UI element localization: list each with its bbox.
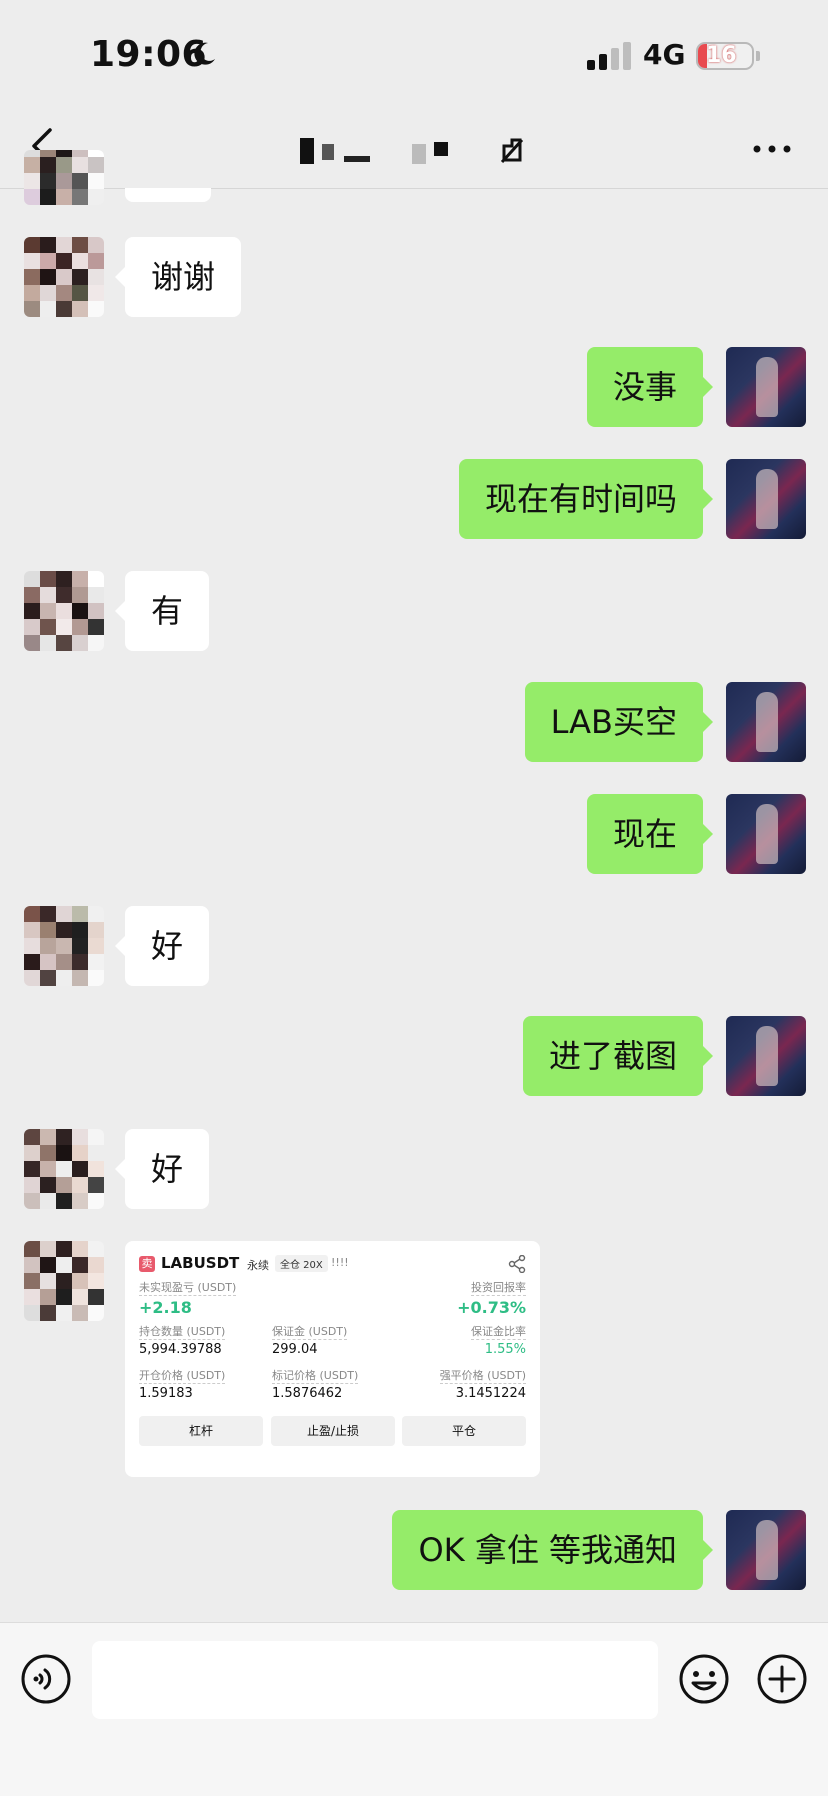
contact-avatar[interactable] bbox=[24, 1241, 104, 1321]
battery-level: 16 bbox=[706, 43, 737, 68]
self-avatar[interactable] bbox=[726, 347, 806, 427]
perpetual-label: 永续 bbox=[247, 1259, 269, 1272]
tp-sl-button: 止盈/止损 bbox=[271, 1416, 395, 1446]
contact-avatar[interactable] bbox=[24, 906, 104, 986]
chat-header bbox=[0, 100, 828, 189]
message-bubble[interactable]: LAB买空 bbox=[524, 682, 714, 762]
self-avatar[interactable] bbox=[726, 682, 806, 762]
message-bubble[interactable]: OK 拿住 等我通知 bbox=[392, 1510, 713, 1590]
message-bubble[interactable]: 没事 bbox=[586, 347, 714, 427]
message-input[interactable] bbox=[92, 1641, 658, 1719]
unrealized-pnl-value: +2.18 bbox=[139, 1298, 192, 1317]
share-icon bbox=[508, 1255, 526, 1273]
contact-avatar[interactable] bbox=[24, 571, 104, 651]
contact-avatar[interactable] bbox=[24, 1129, 104, 1209]
close-position-button: 平仓 bbox=[402, 1416, 526, 1446]
sell-badge: 卖 bbox=[139, 1256, 155, 1272]
liquidation-price-label: 强平价格 (USDT) bbox=[439, 1369, 526, 1384]
mark-price-label: 标记价格 (USDT) bbox=[272, 1369, 359, 1384]
position-row: 持仓数量 (USDT) 5,994.39788 保证金 (USDT) 299.0… bbox=[139, 1323, 526, 1367]
roi-label: 投资回报率 bbox=[471, 1281, 526, 1296]
battery-icon: 16 bbox=[696, 42, 754, 70]
emoji-icon[interactable] bbox=[678, 1653, 730, 1705]
self-avatar[interactable] bbox=[726, 459, 806, 539]
previous-bubble-fragment bbox=[125, 188, 211, 202]
self-avatar[interactable] bbox=[726, 794, 806, 874]
chat-title-redacted bbox=[300, 138, 460, 166]
message-bubble[interactable]: 有 bbox=[114, 571, 210, 651]
plus-icon[interactable] bbox=[756, 1653, 808, 1705]
moon-icon bbox=[194, 42, 215, 65]
message-bubble[interactable]: 进了截图 bbox=[522, 1016, 714, 1096]
price-row: 开仓价格 (USDT) 1.59183 标记价格 (USDT) 1.587646… bbox=[139, 1367, 526, 1411]
margin-ratio-value: 1.55% bbox=[484, 1342, 526, 1357]
size-value: 5,994.39788 bbox=[139, 1342, 222, 1357]
input-bar bbox=[0, 1622, 828, 1796]
contact-avatar[interactable] bbox=[24, 237, 104, 317]
mark-price-value: 1.5876462 bbox=[272, 1386, 343, 1401]
message-bubble[interactable]: 现在 bbox=[586, 794, 714, 874]
network-type: 4G bbox=[643, 38, 686, 71]
bangs-label: !!!! bbox=[331, 1256, 349, 1269]
size-label: 持仓数量 (USDT) bbox=[139, 1325, 226, 1340]
unrealized-pnl-label: 未实现盈亏 (USDT) bbox=[139, 1281, 237, 1296]
margin-label: 保证金 (USDT) bbox=[272, 1325, 348, 1340]
entry-price-value: 1.59183 bbox=[139, 1386, 193, 1401]
card-header: 卖 LABUSDT 永续 全仓 20X !!!! bbox=[139, 1251, 526, 1279]
margin-ratio-label: 保证金比率 bbox=[471, 1325, 526, 1340]
leverage-button: 杠杆 bbox=[139, 1416, 263, 1446]
message-bubble[interactable]: 好 bbox=[114, 906, 210, 986]
self-avatar[interactable] bbox=[726, 1510, 806, 1590]
battery-cap bbox=[756, 51, 760, 61]
message-bubble[interactable]: 现在有时间吗 bbox=[458, 459, 714, 539]
position-screenshot-card[interactable]: 卖 LABUSDT 永续 全仓 20X !!!! 未实现盈亏 (USDT) +2… bbox=[125, 1241, 540, 1477]
status-bar: 19:06 4G 16 bbox=[0, 0, 828, 100]
symbol-label: LABUSDT bbox=[161, 1254, 240, 1272]
signal-icon bbox=[587, 42, 631, 70]
card-buttons: 杠杆 止盈/止损 平仓 bbox=[139, 1416, 526, 1446]
entry-price-label: 开仓价格 (USDT) bbox=[139, 1369, 226, 1384]
contact-avatar[interactable] bbox=[24, 150, 104, 205]
voice-icon[interactable] bbox=[20, 1653, 72, 1705]
message-bubble[interactable]: 谢谢 bbox=[114, 237, 242, 317]
self-avatar[interactable] bbox=[726, 1016, 806, 1096]
roi-value: +0.73% bbox=[457, 1298, 526, 1317]
message-bubble[interactable]: 好 bbox=[114, 1129, 210, 1209]
pnl-row: 未实现盈亏 (USDT) +2.18 投资回报率 +0.73% bbox=[139, 1279, 526, 1323]
liquidation-price-value: 3.1451224 bbox=[455, 1386, 526, 1401]
margin-mode-badge: 全仓 20X bbox=[275, 1255, 328, 1272]
margin-value: 299.04 bbox=[272, 1342, 318, 1357]
mute-icon bbox=[500, 138, 524, 164]
more-icon[interactable] bbox=[752, 144, 792, 154]
